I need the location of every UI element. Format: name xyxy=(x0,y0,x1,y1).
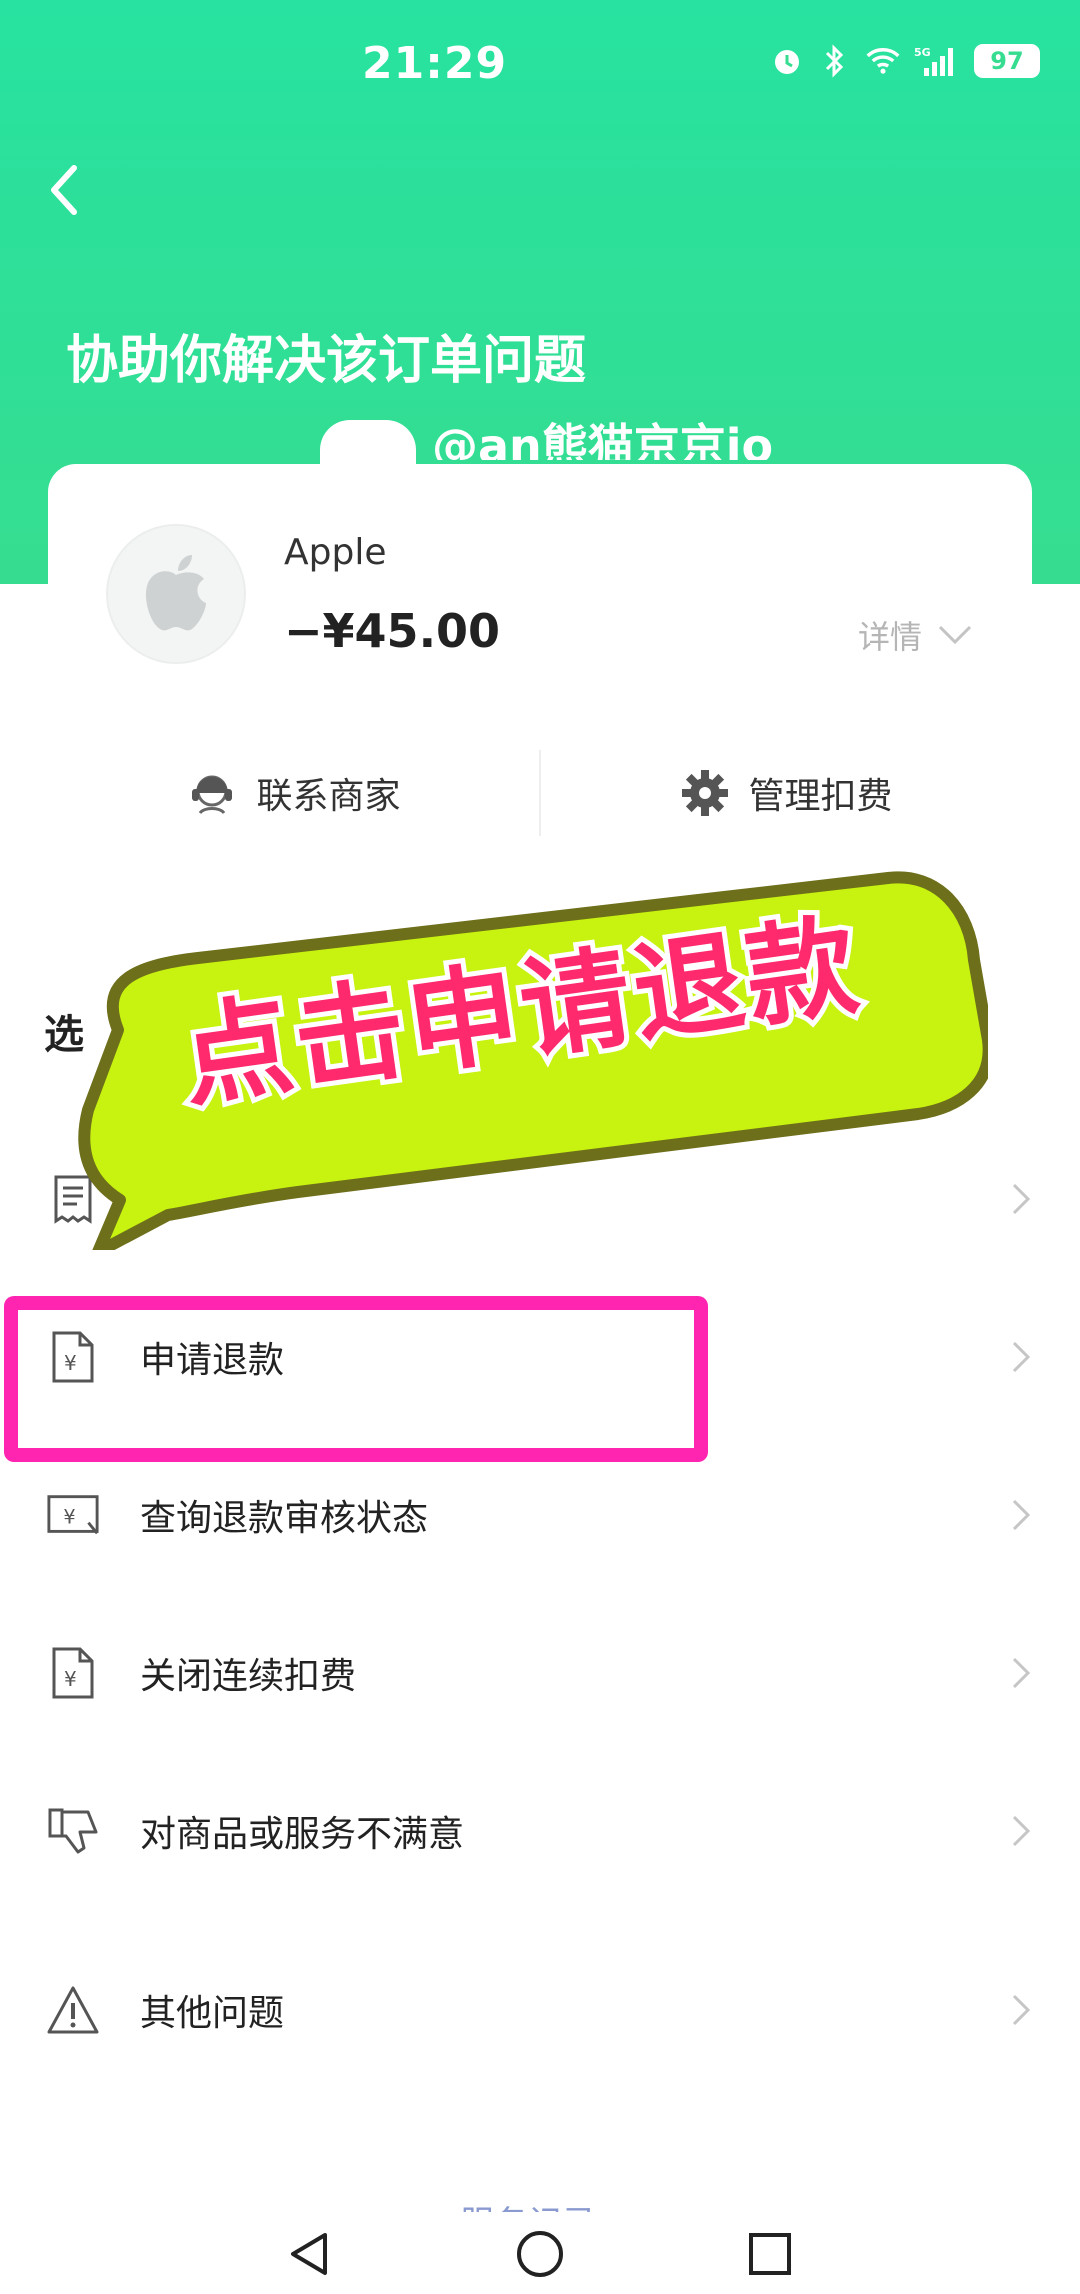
status-bar: 21:29 5G 97 xyxy=(0,0,1080,130)
auto-debit-icon: ¥ xyxy=(46,1644,100,1702)
system-nav-bar xyxy=(0,2214,1080,2294)
menu-label: 查询退款审核状态 xyxy=(140,1498,429,1539)
chevron-right-icon xyxy=(1012,1657,1031,1689)
customer-service-icon xyxy=(192,775,233,815)
nav-back-icon[interactable] xyxy=(285,2229,335,2279)
battery-level: 97 xyxy=(990,47,1024,75)
gear-icon xyxy=(682,770,729,816)
order-card: Apple −¥45.00 详情 联系商家 管理扣费 xyxy=(48,464,1032,894)
details-toggle[interactable]: 详情 xyxy=(858,612,972,658)
watermark-logo xyxy=(320,420,416,464)
alarm-icon xyxy=(770,44,804,78)
network-label: 5G xyxy=(914,46,931,59)
bluetooth-icon xyxy=(818,44,852,78)
details-label: 详情 xyxy=(857,618,922,656)
merchant-name: Apple xyxy=(284,532,387,573)
contact-merchant-button[interactable]: 联系商家 xyxy=(48,738,539,848)
apple-logo-icon xyxy=(106,524,246,664)
service-log-link[interactable]: 服务记录 xyxy=(460,2196,596,2212)
menu-item-other[interactable]: 其他问题 xyxy=(0,1910,1080,2110)
menu-item-close-auto-debit[interactable]: ¥ 关闭连续扣费 xyxy=(0,1594,1080,1752)
menu-label: 关闭连续扣费 xyxy=(140,1656,357,1697)
chevron-right-icon xyxy=(1012,1994,1031,2026)
thumbs-down-icon xyxy=(46,1802,100,1860)
back-button[interactable] xyxy=(40,160,90,220)
page-title: 协助你解决该订单问题 xyxy=(66,331,587,391)
order-amount: −¥45.00 xyxy=(284,604,501,658)
manage-deduction-label: 管理扣费 xyxy=(748,776,893,817)
chevron-right-icon xyxy=(1012,1183,1031,1215)
chevron-right-icon xyxy=(1012,1341,1031,1373)
nav-recents-icon[interactable] xyxy=(745,2229,795,2279)
wifi-icon xyxy=(866,44,900,78)
nav-home-icon[interactable] xyxy=(515,2229,565,2279)
battery-icon: 97 xyxy=(974,44,1040,78)
status-icons: 5G 97 xyxy=(770,44,1040,78)
warning-icon xyxy=(46,1981,100,2039)
manage-deduction-button[interactable]: 管理扣费 xyxy=(541,738,1032,848)
contact-merchant-label: 联系商家 xyxy=(256,776,401,817)
signal-icon: 5G xyxy=(914,44,960,78)
svg-text:¥: ¥ xyxy=(64,1667,77,1691)
watermark-text: @an熊猫京京io xyxy=(432,419,774,460)
menu-label: 对商品或服务不满意 xyxy=(140,1814,465,1855)
order-actions: 联系商家 管理扣费 xyxy=(48,738,1032,848)
refund-status-icon: ¥ xyxy=(46,1486,100,1544)
issue-menu: ¥ 申请退款 ¥ 查询退款审核状态 ¥ 关闭连续扣费 对商品或服务不满意 其他问… xyxy=(0,1120,1080,2110)
chevron-right-icon xyxy=(1012,1499,1031,1531)
svg-text:¥: ¥ xyxy=(63,1506,75,1529)
chevron-down-icon xyxy=(938,625,972,645)
menu-item-unsatisfied[interactable]: 对商品或服务不满意 xyxy=(0,1752,1080,1910)
menu-label: 其他问题 xyxy=(140,1993,285,2034)
status-time: 21:29 xyxy=(362,38,508,89)
chevron-right-icon xyxy=(1012,1815,1031,1847)
back-arrow-icon xyxy=(51,165,77,215)
highlight-box xyxy=(4,1296,708,1462)
